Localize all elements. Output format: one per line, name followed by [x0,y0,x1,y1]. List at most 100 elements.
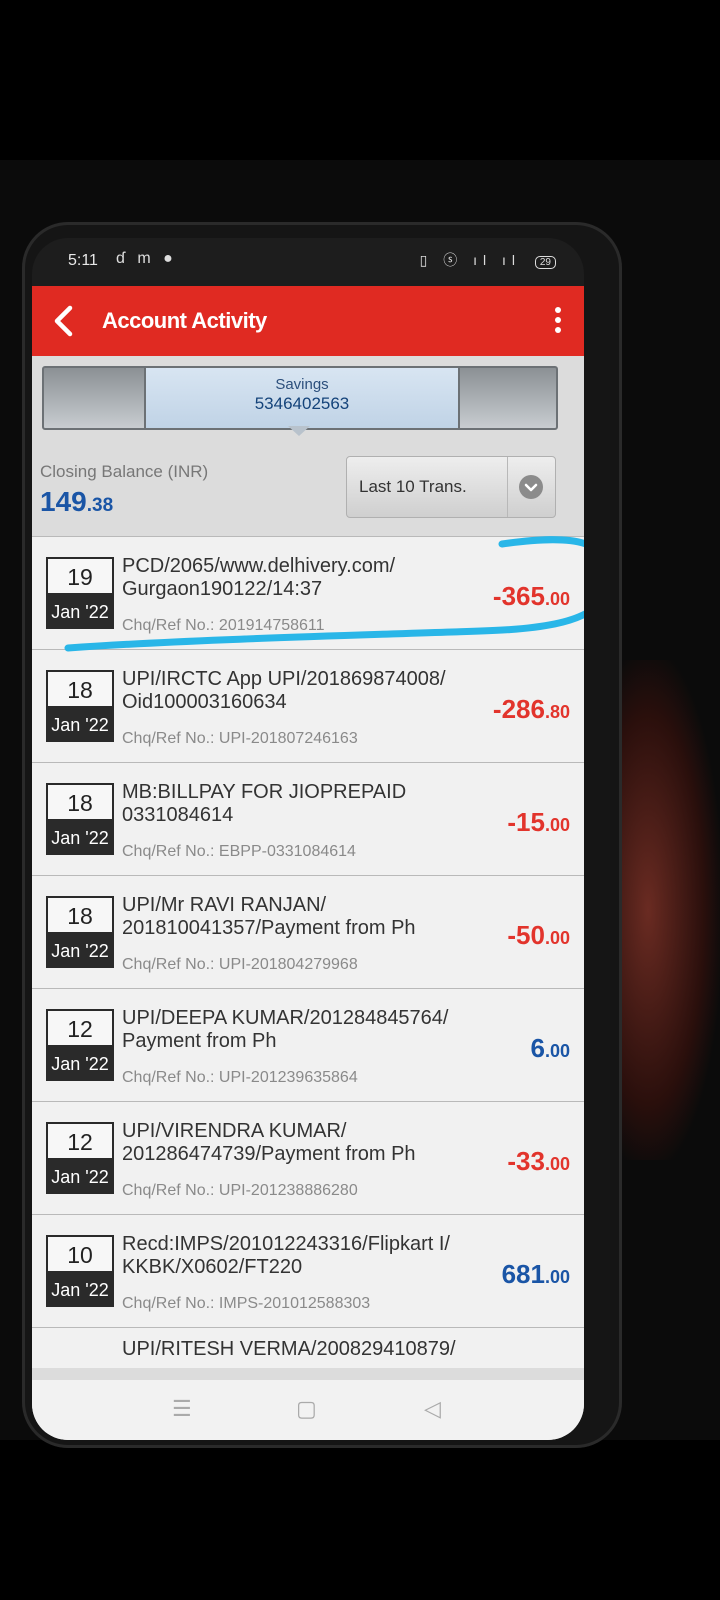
transaction-amount: 6.00 [531,1033,571,1064]
amount-whole: -15 [507,807,545,837]
closing-balance-value: 149.38 [40,486,113,518]
amount-whole: -286 [492,694,545,724]
amount-cents: .00 [544,589,570,609]
account-number: 5346402563 [254,394,350,413]
date-badge: 18 Jan '22 [46,896,114,968]
description-line-2: 201810041357/Payment from Ph [122,917,416,939]
balance-whole: 149 [40,486,87,517]
amount-cents: .00 [544,1267,570,1287]
selector-pointer [288,426,310,436]
amount-whole: -33 [507,1146,545,1176]
main-content: Savings 5346402563 Closing Balance (INR)… [32,356,584,1440]
description-line-1: UPI/VIRENDRA KUMAR/ [122,1120,347,1142]
date-month: Jan '22 [51,1054,109,1074]
date-month: Jan '22 [51,828,109,848]
balance-fraction: .38 [86,495,114,516]
description-line-1: PCD/2065/www.delhivery.com/ [122,555,396,577]
reference-number: Chq/Ref No.: 201914758611 [122,617,325,634]
chevron-down-icon[interactable] [519,475,543,499]
description-line-1: Recd:IMPS/201012243316/Flipkart I/ [122,1233,450,1255]
transaction-amount: -365.00 [493,581,570,612]
partial-transaction-row[interactable]: UPI/RITESH VERMA/200829410879/ [32,1327,584,1368]
transaction-row[interactable]: 18 Jan '22 UPI/Mr RAVI RANJAN/201810041357… [32,875,584,988]
date-day: 18 [48,898,112,932]
date-badge: 19 Jan '22 [46,557,114,629]
date-badge: 18 Jan '22 [46,783,114,855]
account-card[interactable]: Savings 5346402563 [144,368,460,428]
kebab-menu-icon[interactable] [548,304,568,340]
amount-cents: .00 [544,1041,570,1061]
transaction-description: Recd:IMPS/201012243316/Flipkart I/KKBK/X… [122,1233,462,1279]
home-icon[interactable]: ▢ [296,1396,317,1422]
amount-whole: 681 [501,1259,545,1289]
date-day: 18 [48,785,112,819]
account-selector[interactable]: Savings 5346402563 [42,366,558,430]
transaction-filter-dropdown[interactable]: Last 10 Trans. [346,456,556,518]
date-month: Jan '22 [51,1167,109,1187]
date-month: Jan '22 [51,941,109,961]
transaction-amount: -15.00 [507,807,570,838]
amount-cents: .00 [544,928,570,948]
notification-icons: ɗ m ● [116,250,177,267]
status-bar: 5:11 ɗ m ● ▯ ⓢ ıl ıl 29 [32,238,584,286]
transaction-description: PCD/2065/www.delhivery.com/Gurgaon190122… [122,555,462,601]
amount-cents: .00 [544,1154,570,1174]
date-month: Jan '22 [51,602,109,622]
date-badge: 12 Jan '22 [46,1009,114,1081]
transaction-amount: -286.80 [493,694,570,725]
transaction-row[interactable]: 18 Jan '22 MB:BILLPAY FOR JIOPREPAID 033108… [32,762,584,875]
transaction-list: 19 Jan '22 PCD/2065/www.delhivery.com/Gurg… [32,536,584,1368]
transaction-row[interactable]: 10 Jan '22 Recd:IMPS/201012243316/Flipkart… [32,1214,584,1327]
signal-icon: ▯ ⓢ ıl ıl [419,252,521,268]
transaction-row[interactable]: 12 Jan '22 UPI/DEEPA KUMAR/201284845764/Pa… [32,988,584,1101]
description-line-1: MB:BILLPAY FOR JIOPREPAID [122,781,407,803]
date-badge: 10 Jan '22 [46,1235,114,1307]
reference-number: Chq/Ref No.: IMPS-201012588303 [122,1295,371,1312]
date-day: 10 [48,1237,112,1271]
date-badge: 12 Jan '22 [46,1122,114,1194]
photo-background-top [0,0,720,160]
reference-number: Chq/Ref No.: EBPP-0331084614 [122,843,356,860]
description-line-1: UPI/DEEPA KUMAR/201284845764/ [122,1007,449,1029]
reference-number: Chq/Ref No.: UPI-201239635864 [122,1069,358,1086]
signal-icons: ▯ ⓢ ıl ıl 29 [420,250,556,270]
transaction-description: UPI/RITESH VERMA/200829410879/ [122,1338,456,1360]
amount-whole: -50 [507,920,545,950]
transaction-amount: 681.00 [502,1259,570,1290]
description-line-2: Oid100003160634 [122,691,287,713]
back-arrow-icon[interactable] [46,302,84,340]
reference-number: Chq/Ref No.: UPI-201807246163 [122,730,358,747]
amount-cents: .00 [544,815,570,835]
date-day: 12 [48,1011,112,1045]
description-line-2: Gurgaon190122/14:37 [122,578,323,600]
transaction-amount: -50.00 [507,920,570,951]
filter-divider [507,457,508,517]
reference-number: Chq/Ref No.: UPI-201804279968 [122,956,358,973]
app-bar: Account Activity [32,286,584,356]
amount-whole: 6 [530,1033,545,1063]
account-type: Savings [275,376,329,393]
battery-icon: 29 [534,256,556,269]
transaction-description: MB:BILLPAY FOR JIOPREPAID 0331084614 [122,781,462,827]
photo-background-bottom [0,1440,720,1600]
amount-cents: .80 [544,702,570,722]
description-line-2: 0331084614 [122,804,234,826]
amount-whole: -365 [492,581,545,611]
description-line-2: 201286474739/Payment from Ph [122,1143,416,1165]
transaction-row[interactable]: 18 Jan '22 UPI/IRCTC App UPI/201869874008/… [32,649,584,762]
transaction-description: UPI/Mr RAVI RANJAN/201810041357/Payment … [122,894,462,940]
transaction-row[interactable]: 19 Jan '22 PCD/2065/www.delhivery.com/Gurg… [32,536,584,649]
transaction-row[interactable]: 12 Jan '22 UPI/VIRENDRA KUMAR/201286474739… [32,1101,584,1214]
filter-selected-value: Last 10 Trans. [359,477,467,496]
system-nav-bar: ☰ ▢ ◁ [32,1380,584,1440]
recents-icon[interactable]: ☰ [172,1396,192,1422]
description-line-2: Payment from Ph [122,1030,277,1052]
date-month: Jan '22 [51,1280,109,1300]
nav-back-icon[interactable]: ◁ [424,1396,441,1422]
transaction-description: UPI/VIRENDRA KUMAR/201286474739/Payment … [122,1120,462,1166]
date-badge: 18 Jan '22 [46,670,114,742]
description-line-1: UPI/IRCTC App UPI/201869874008/ [122,668,446,690]
closing-balance-label: Closing Balance (INR) [40,462,209,481]
date-month: Jan '22 [51,715,109,735]
date-day: 12 [48,1124,112,1158]
